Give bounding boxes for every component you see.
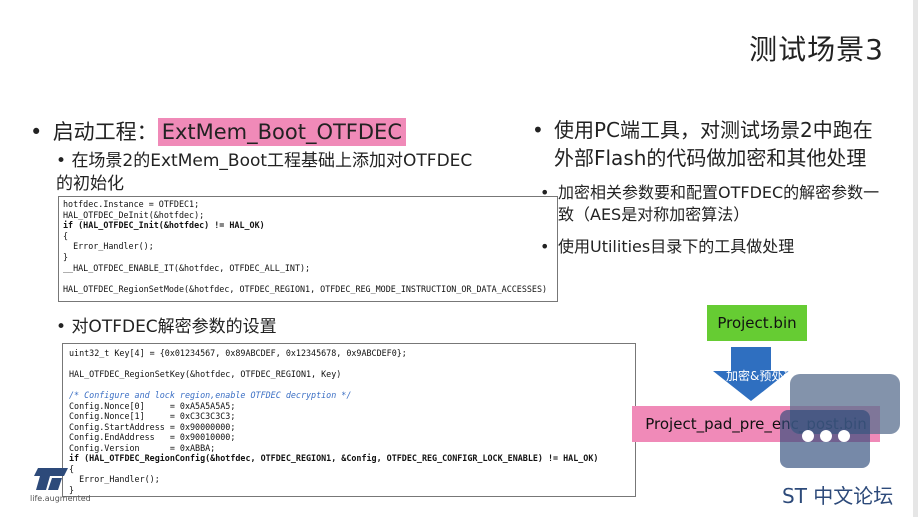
code-line: Config.EndAddress = 0x90010000; <box>69 432 236 442</box>
code-line: HAL_OTFDEC_DeInit(&hotfdec); <box>63 209 205 220</box>
subbullet-init-text: 在场景2的ExtMem_Boot工程基础上添加对OTFDEC的初始化 <box>56 151 473 194</box>
code-line: Config.Nonce[1] = 0xC3C3C3C3; <box>69 411 236 421</box>
bullet-dot: • <box>56 151 72 171</box>
code-line: { <box>63 230 69 241</box>
code-line: if (HAL_OTFDEC_RegionConfig(&hotfdec, OT… <box>69 453 599 463</box>
bullet-project-label: 启动工程： <box>52 120 158 144</box>
code-line: __HAL_OTFDEC_ENABLE_IT(&hotfdec, OTFDEC_… <box>63 262 311 273</box>
st-logo-icon <box>34 468 68 490</box>
code-line: uint32_t Key[4] = {0x01234567, 0x89ABCDE… <box>69 348 407 358</box>
subbullet-aes: • 加密相关参数要和配置OTFDEC的解密参数一致（AES是对称加密算法） <box>532 182 892 226</box>
bullet-dot: • <box>540 183 550 202</box>
bullet-dot: • <box>56 317 72 337</box>
subbullet-init: • 在场景2的ExtMem_Boot工程基础上添加对OTFDEC的初始化 <box>56 150 476 196</box>
subbullet-utilities: • 使用Utilities目录下的工具做处理 <box>532 236 892 258</box>
code-line: HAL_OTFDEC_RegionSetKey(&hotfdec, OTFDEC… <box>69 369 342 379</box>
subbullet-decrypt-text: 对OTFDEC解密参数的设置 <box>71 317 277 337</box>
subbullet-decrypt-params: • 对OTFDEC解密参数的设置 <box>56 316 476 339</box>
code-line: Config.StartAddress = 0x90000000; <box>69 421 236 432</box>
right-column: • 使用PC端工具，对测试场景2中跑在外部Flash的代码做加密和其他处理 • … <box>532 116 892 258</box>
subbullet-aes-text: 加密相关参数要和配置OTFDEC的解密参数一致（AES是对称加密算法） <box>558 183 880 224</box>
code-line: hotfdec.Instance = OTFDEC1; <box>63 199 200 209</box>
slide-edge <box>913 0 918 517</box>
code-line: if (HAL_OTFDEC_Init(&hotfdec) != HAL_OK) <box>63 220 265 231</box>
code-block-params: uint32_t Key[4] = {0x01234567, 0x89ABCDE… <box>62 343 636 497</box>
watermark-text: ST 中文论坛 <box>782 484 894 508</box>
project-name-highlight: ExtMem_Boot_OTFDEC <box>157 118 406 146</box>
bullet-project: • 启动工程： ExtMem_Boot_OTFDEC <box>30 116 406 146</box>
logo-tagline: life.augmented <box>30 494 91 503</box>
code-line: Config.Version = 0xABBA; <box>69 442 216 453</box>
code-block-init: hotfdec.Instance = OTFDEC1; HAL_OTFDEC_D… <box>58 196 558 302</box>
code-comment: /* Configure and lock region,enable OTFD… <box>69 390 352 400</box>
slide: 测试场景3 • 启动工程： ExtMem_Boot_OTFDEC • 在场景2的E… <box>0 0 918 517</box>
bullet-pc-tool-text: 使用PC端工具，对测试场景2中跑在外部Flash的代码做加密和其他处理 <box>554 118 873 170</box>
project-bin-box: Project.bin <box>707 305 807 341</box>
code-line: Error_Handler(); <box>63 241 154 252</box>
code-line: Config.Nonce[0] = 0xA5A5A5A5; <box>69 400 236 411</box>
bullet-dot: • <box>540 237 550 256</box>
slide-title: 测试场景3 <box>749 33 884 66</box>
bullet-pc-tool: • 使用PC端工具，对测试场景2中跑在外部Flash的代码做加密和其他处理 <box>532 116 892 172</box>
code-line: Error_Handler(); <box>69 474 160 484</box>
subbullet-utilities-text: 使用Utilities目录下的工具做处理 <box>558 237 795 256</box>
bullet-dot: • <box>30 120 43 144</box>
bullet-dot: • <box>532 118 544 142</box>
code-line: HAL_OTFDEC_RegionSetMode(&hotfdec, OTFDE… <box>63 283 548 294</box>
chat-bubble-watermark-icon <box>780 374 900 468</box>
code-line: } <box>63 251 69 262</box>
